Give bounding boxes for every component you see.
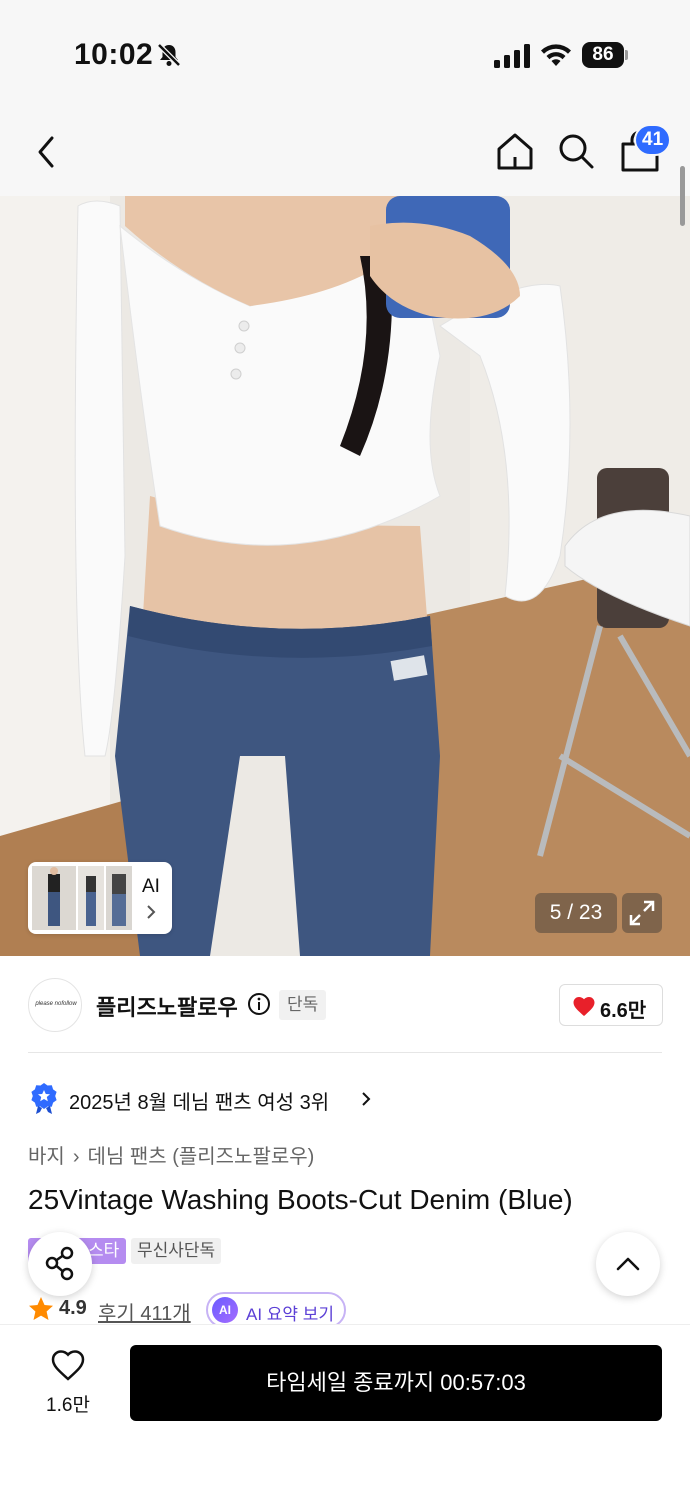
expand-icon (629, 900, 655, 926)
divider (28, 1052, 662, 1053)
status-time: 10:02 (74, 38, 154, 71)
brand-logo[interactable]: please nofollow (28, 978, 82, 1032)
ranking-text[interactable]: 2025년 8월 데님 팬츠 여성 3위 (69, 1086, 329, 1115)
wifi-icon (541, 44, 571, 66)
expand-button[interactable] (622, 893, 662, 933)
brand-logo-text: please nofollow (35, 1001, 77, 1007)
back-icon[interactable] (30, 132, 66, 172)
search-icon[interactable] (556, 130, 596, 172)
brand-name[interactable]: 플리즈노팔로우 (96, 990, 238, 1022)
ranking-badge-icon (31, 1083, 57, 1114)
product-image[interactable] (0, 196, 690, 956)
product-title: 25Vintage Washing Boots-Cut Denim (Blue) (28, 1184, 573, 1215)
rating-value: 4.9 (59, 1297, 87, 1319)
buy-button[interactable]: 타임세일 종료까지 00:57:03 (130, 1345, 662, 1421)
cellular-signal-icon (494, 44, 530, 68)
status-bar: 10:02 86 (0, 0, 690, 110)
heart-outline-icon[interactable] (50, 1348, 86, 1382)
image-page-counter: 5 / 23 (535, 893, 617, 933)
bell-off-icon (157, 43, 181, 67)
share-icon (45, 1246, 74, 1281)
home-icon[interactable] (494, 130, 536, 172)
scrollbar[interactable] (680, 166, 685, 226)
battery-icon: 86 (582, 42, 628, 68)
ai-badge-icon: AI (212, 1297, 238, 1323)
ai-summary-button[interactable]: AI AI 요약 보기 (206, 1292, 346, 1328)
breadcrumb-item[interactable]: 바지 (28, 1146, 65, 1168)
heart-filled-icon (573, 997, 595, 1016)
musinsa-exclusive-tag: 무신사단독 (131, 1238, 222, 1264)
nav-header (0, 110, 690, 196)
reviews-link[interactable]: 후기 411개 (98, 1297, 191, 1326)
brand-exclusive-tag: 단독 (279, 990, 327, 1020)
breadcrumb-item[interactable]: 데님 팬츠 (플리즈노팔로우) (87, 1146, 314, 1168)
ai-thumbnail (106, 866, 132, 930)
product-photo (0, 196, 690, 956)
scroll-to-top-button[interactable] (596, 1232, 660, 1296)
breadcrumb-separator: › (72, 1146, 80, 1168)
brand-like-button[interactable]: 6.6만 (559, 984, 663, 1026)
info-icon[interactable] (247, 992, 271, 1016)
share-button[interactable] (28, 1232, 92, 1296)
brand-like-count: 6.6만 (600, 1000, 647, 1022)
chevron-up-icon (616, 1257, 640, 1271)
chevron-right-icon (147, 905, 156, 919)
battery-level: 86 (582, 42, 624, 68)
breadcrumb: 바지 › 데님 팬츠 (플리즈노팔로우) (28, 1140, 314, 1169)
ai-summary-label: AI 요약 보기 (246, 1305, 335, 1324)
star-icon (29, 1297, 53, 1320)
chevron-right-icon (362, 1092, 371, 1106)
ai-thumbnail (78, 866, 104, 930)
cart-count-badge: 41 (634, 124, 672, 156)
wishlist-count: 1.6만 (46, 1395, 90, 1416)
ai-label: AI (142, 876, 160, 897)
ai-style-recommendation-card[interactable]: AI (28, 862, 172, 934)
ai-thumbnail (32, 866, 76, 930)
